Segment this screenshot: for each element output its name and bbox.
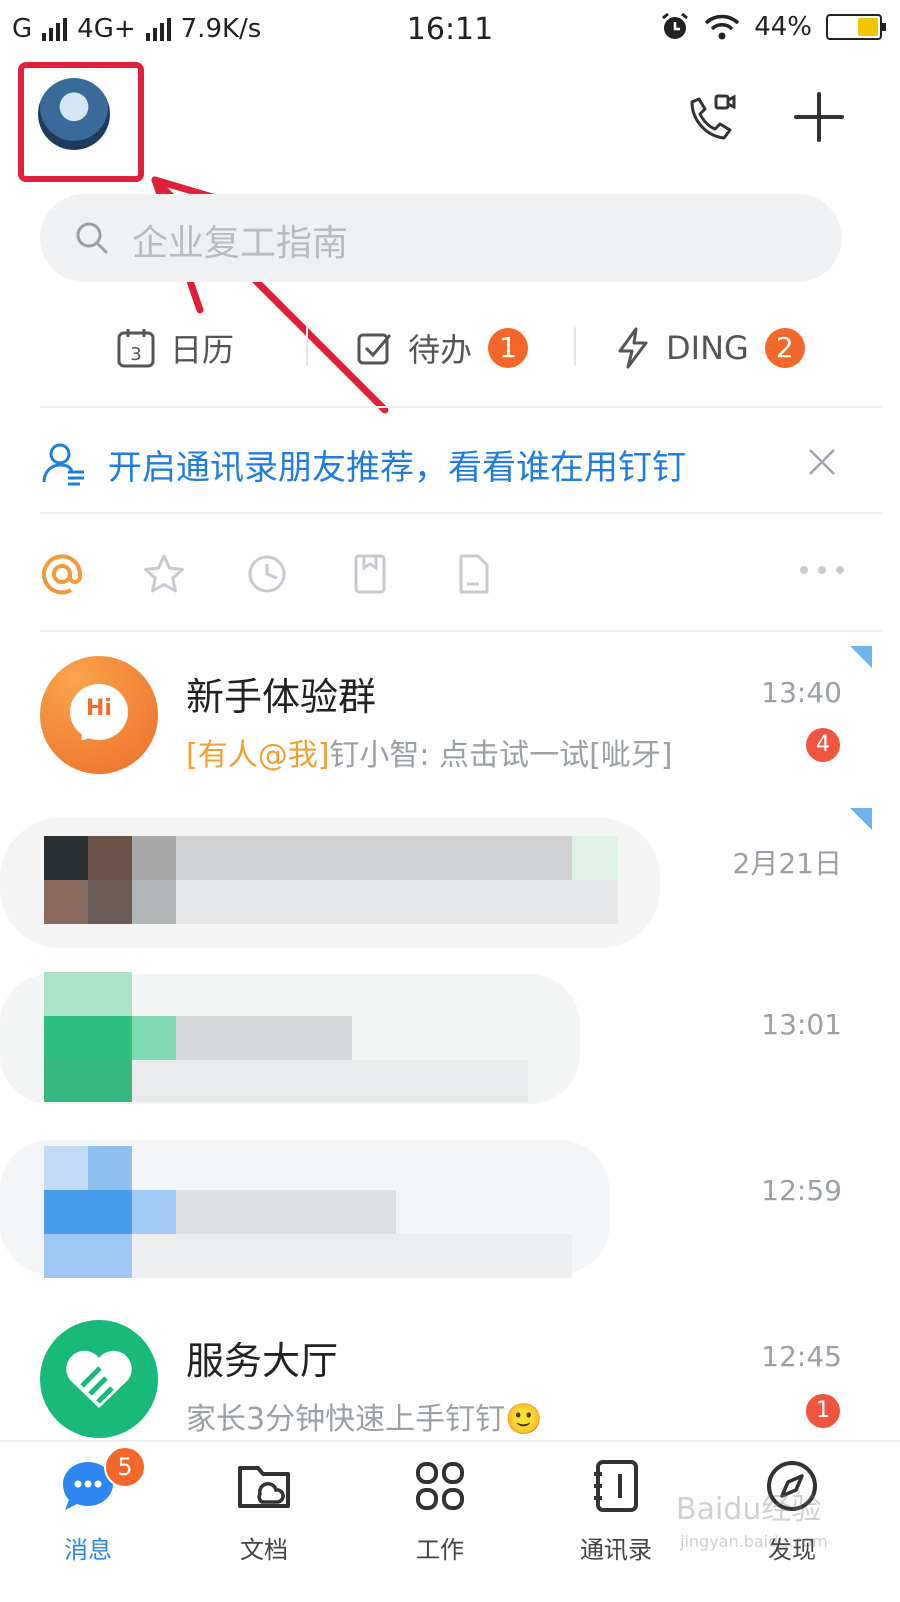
- nav-contacts-label: 通讯录: [580, 1536, 652, 1564]
- pixelated-content: [88, 880, 132, 924]
- search-icon: [76, 222, 108, 254]
- divider: [40, 512, 882, 514]
- bookmark-icon[interactable]: [348, 552, 392, 596]
- contacts-icon: [594, 1460, 638, 1512]
- pixelated-content: [132, 1016, 176, 1060]
- conversation-time: 12:59: [761, 1174, 842, 1207]
- pixelated-content: [572, 836, 618, 880]
- pixelated-content: [176, 880, 618, 924]
- pixelated-content: [132, 1234, 572, 1278]
- conversation-time: 2月21日: [732, 847, 842, 880]
- heart-hand-icon: [66, 1350, 132, 1408]
- pixelated-content: [88, 1146, 132, 1190]
- pixelated-content: [44, 1234, 132, 1278]
- pixelated-content: [132, 880, 176, 924]
- messages-badge: 5: [104, 1446, 146, 1488]
- search-placeholder: 企业复工指南: [132, 223, 349, 264]
- divider: [306, 326, 308, 366]
- pixelated-content: [44, 836, 88, 880]
- grid-icon: [416, 1462, 464, 1510]
- conversation-time: 12:45: [761, 1340, 842, 1373]
- pixelated-content: [44, 1146, 88, 1190]
- contacts-recommend-icon: [42, 443, 84, 486]
- pixelated-content: [44, 1190, 132, 1234]
- tab-calendar-label: 日历: [170, 331, 235, 369]
- lightning-icon: [618, 327, 648, 369]
- status-right: 44%: [660, 12, 886, 42]
- pixelated-content: [176, 1190, 396, 1234]
- conversation-time: 13:01: [761, 1008, 842, 1041]
- nav-work[interactable]: 工作: [370, 1456, 510, 1565]
- tab-ding-label: DING: [666, 329, 749, 367]
- nav-contacts[interactable]: 通讯录: [546, 1456, 686, 1565]
- nav-docs[interactable]: 文档: [194, 1456, 334, 1565]
- unread-badge: 4: [806, 728, 840, 762]
- video-call-icon[interactable]: [682, 90, 738, 146]
- divider: [574, 326, 576, 366]
- conversation-title: 新手体验群: [186, 675, 377, 719]
- todo-badge: 1: [488, 328, 529, 368]
- at-icon[interactable]: [40, 552, 84, 596]
- service-hall-avatar: [40, 1320, 158, 1438]
- baidu-watermark-url: jingyan.baidu.com: [680, 1532, 828, 1551]
- conversation-preview: 钉小智: 点击试一试[呲牙]: [329, 738, 673, 773]
- add-icon[interactable]: [792, 90, 846, 144]
- pixelated-content: [44, 1060, 132, 1102]
- conversation-preview: 家长3分钟快速上手钉钉🙂: [186, 1402, 543, 1437]
- pin-flag-icon: [850, 646, 872, 668]
- divider: [40, 630, 882, 632]
- alarm-icon: [662, 12, 689, 39]
- pixelated-content: [132, 836, 176, 880]
- baidu-watermark: Baidu经验: [676, 1492, 822, 1527]
- wifi-icon: [704, 14, 740, 40]
- pixelated-content: [176, 836, 572, 880]
- tab-calendar[interactable]: 3 日历: [116, 320, 234, 376]
- pin-flag-icon: [850, 808, 872, 830]
- tab-todo-label: 待办: [408, 331, 473, 369]
- group-avatar: Hi: [40, 656, 158, 774]
- conversation-subtitle: [有人@我]钉小智: 点击试一试[呲牙]: [186, 730, 672, 774]
- more-icon[interactable]: [800, 566, 844, 580]
- calendar-icon: 3: [117, 329, 155, 368]
- pixelated-content: [44, 1016, 132, 1060]
- pixelated-content: [44, 972, 132, 1016]
- pixelated-content: [44, 880, 88, 924]
- folder-icon: [238, 1466, 290, 1508]
- mention-tag: [有人@我]: [186, 738, 330, 773]
- annotation-highlight-box: [18, 62, 144, 182]
- battery-percent: 44%: [754, 12, 812, 42]
- pixelated-content: [88, 836, 132, 880]
- tab-ding[interactable]: DING 2: [616, 320, 805, 376]
- unread-badge: 1: [806, 1394, 840, 1428]
- conversation-title: 服务大厅: [186, 1339, 339, 1383]
- status-bar: G 4G+ 7.9K/s 16:11 44%: [0, 0, 900, 60]
- pixelated-content: [176, 1016, 352, 1060]
- nav-messages-label: 消息: [64, 1536, 112, 1564]
- conversation-time: 13:40: [761, 676, 842, 709]
- star-icon[interactable]: [142, 552, 186, 596]
- file-icon[interactable]: [451, 552, 495, 596]
- ding-badge: 2: [764, 328, 805, 368]
- close-icon[interactable]: [804, 444, 840, 480]
- banner-text[interactable]: 开启通讯录朋友推荐，看看谁在用钉钉: [108, 440, 686, 489]
- nav-work-label: 工作: [416, 1536, 464, 1564]
- nav-docs-label: 文档: [240, 1536, 288, 1564]
- avatar-hi-text: Hi: [86, 696, 112, 721]
- pixelated-content: [132, 1060, 528, 1102]
- clock-icon[interactable]: [245, 552, 289, 596]
- battery-icon: [826, 14, 886, 40]
- divider: [40, 406, 882, 408]
- calendar-day: 3: [130, 344, 141, 365]
- tab-todo[interactable]: 待办 1: [356, 320, 529, 376]
- pixelated-content: [132, 1190, 176, 1234]
- checkbox-icon: [357, 333, 392, 365]
